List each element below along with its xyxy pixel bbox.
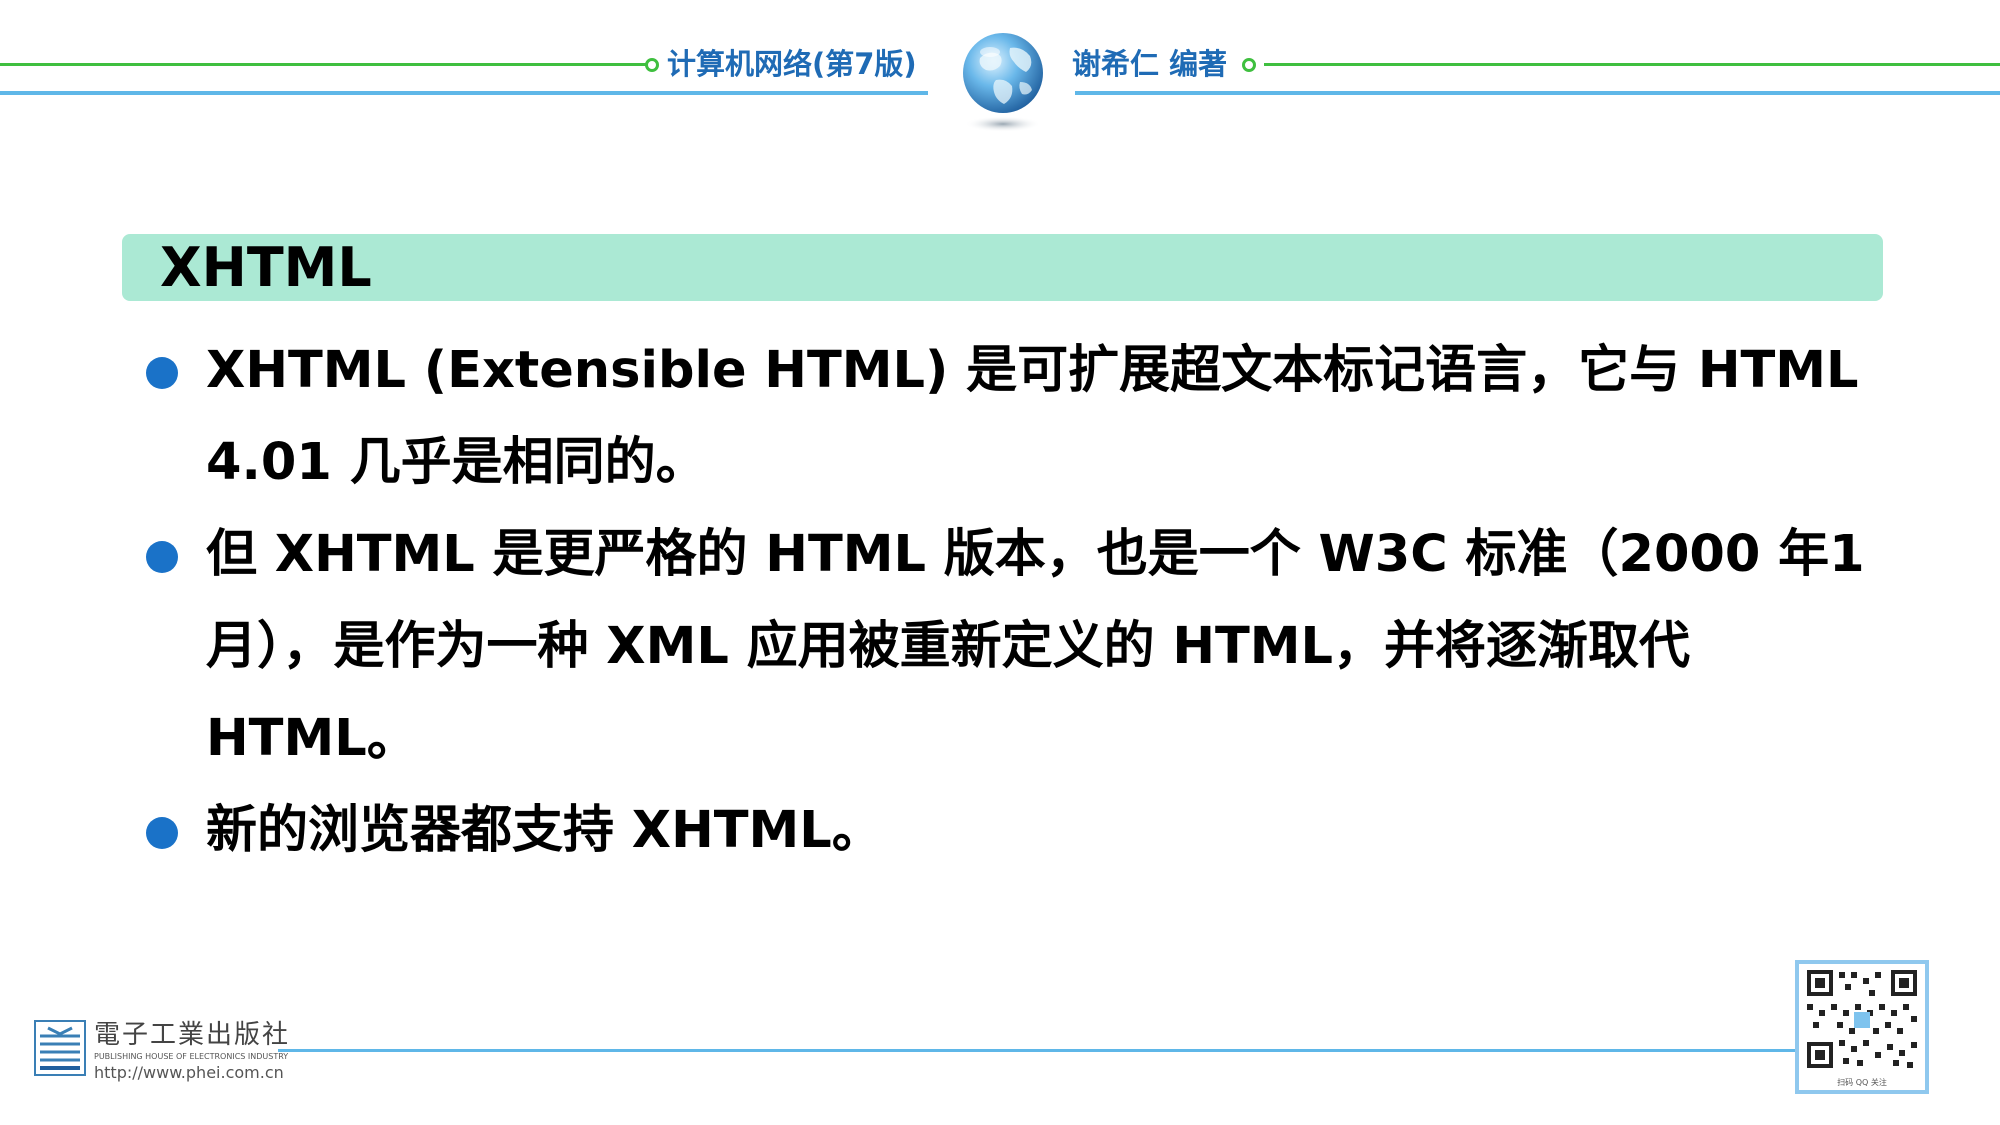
- bullet-item: 新的浏览器都支持 XHTML。: [146, 785, 1886, 877]
- slide-title: XHTML: [160, 236, 372, 299]
- header-circle-right: [1242, 58, 1256, 72]
- slide: 计算机网络(第7版) 谢希仁 编著 XHTML XHTML (Extensibl…: [0, 0, 2000, 1125]
- header-rule-blue-right: [1075, 91, 2000, 95]
- bullet-text: XHTML (Extensible HTML) 是可扩展超文本标记语言，它与 H…: [206, 341, 1859, 492]
- phei-logo-icon: [34, 1020, 86, 1076]
- bullet-item: 但 XHTML 是更严格的 HTML 版本，也是一个 W3C 标准（2000 年…: [146, 509, 1886, 785]
- book-author: 谢希仁 编著: [1072, 47, 1228, 81]
- header-rule-green-left: [0, 63, 652, 66]
- book-title: 计算机网络(第7版): [667, 47, 917, 81]
- publisher-name: 電子工業出版社: [94, 1020, 291, 1050]
- bullet-text: 但 XHTML 是更严格的 HTML 版本，也是一个 W3C 标准（2000 年…: [206, 525, 1865, 768]
- qr-caption: 扫码 QQ 关注: [1837, 1078, 1887, 1087]
- bullet-dot: [146, 357, 178, 389]
- header-rule-blue-left: [0, 91, 928, 95]
- bullet-item: XHTML (Extensible HTML) 是可扩展超文本标记语言，它与 H…: [146, 325, 1886, 509]
- publisher-english: PUBLISHING HOUSE OF ELECTRONICS INDUSTRY: [94, 1052, 289, 1061]
- slide-title-bar: XHTML: [122, 234, 1883, 301]
- bullet-list: XHTML (Extensible HTML) 是可扩展超文本标记语言，它与 H…: [146, 325, 1886, 877]
- bullet-dot: [146, 817, 178, 849]
- bullet-dot: [146, 541, 178, 573]
- bullet-text: 新的浏览器都支持 XHTML。: [206, 801, 883, 860]
- qr-code-icon: [1799, 964, 1925, 1076]
- header-rule-green-right: [1264, 63, 2000, 66]
- footer-rule: [278, 1049, 1798, 1052]
- publisher-url: http://www.phei.com.cn: [94, 1063, 284, 1082]
- qr-code-frame: 扫码 QQ 关注: [1795, 960, 1929, 1094]
- header-circle-left: [645, 58, 659, 72]
- globe-icon: [963, 33, 1043, 132]
